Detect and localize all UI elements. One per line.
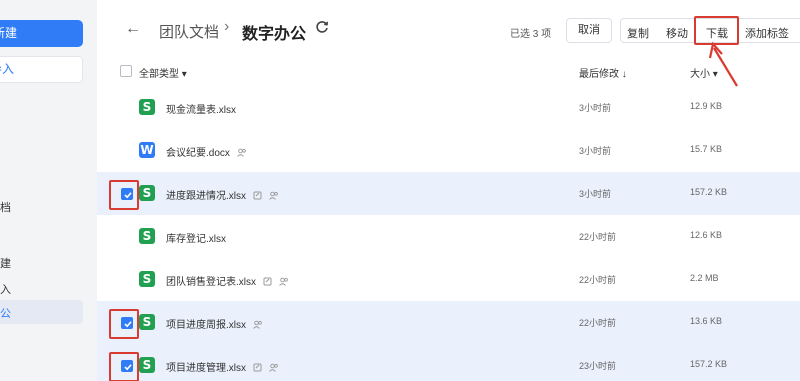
file-modified-time: 22小时前 bbox=[579, 275, 617, 285]
checkbox-highlight-box bbox=[109, 309, 139, 339]
sidebar-item-created[interactable]: 建 bbox=[0, 255, 11, 271]
file-size: 157.2 KB bbox=[690, 359, 728, 369]
page-title: 数字办公 bbox=[242, 26, 307, 43]
checkbox-highlight-box bbox=[109, 352, 139, 381]
back-arrow-icon[interactable]: ← bbox=[125, 20, 141, 38]
add-tag-button[interactable]: 添加标签 bbox=[745, 25, 789, 41]
sidebar-item-joined[interactable]: 入 bbox=[0, 281, 11, 297]
breadcrumb-separator: › bbox=[224, 18, 230, 35]
shared-users-icon bbox=[237, 148, 246, 157]
file-row[interactable]: S 项目进度周报.xlsx 22小时前 13.6 KB bbox=[97, 301, 800, 344]
file-name[interactable]: 库存登记.xlsx bbox=[166, 230, 226, 245]
shared-users-icon bbox=[253, 320, 262, 329]
file-row[interactable]: S 项目进度管理.xlsx 23小时前 157.2 KB bbox=[97, 344, 800, 381]
file-name[interactable]: 团队销售登记表.xlsx bbox=[166, 273, 289, 288]
refresh-icon[interactable] bbox=[314, 19, 330, 35]
spreadsheet-file-icon: S bbox=[139, 314, 155, 330]
file-modified-time: 3小时前 bbox=[579, 146, 612, 156]
sidebar-item-active[interactable]: 公 bbox=[0, 300, 83, 324]
spreadsheet-file-icon: S bbox=[139, 357, 155, 373]
file-row[interactable]: S 库存登记.xlsx 22小时前 12.6 KB bbox=[97, 215, 800, 258]
spreadsheet-file-icon: S bbox=[139, 271, 155, 287]
file-row[interactable]: W 会议纪要.docx 3小时前 15.7 KB bbox=[97, 129, 800, 172]
spreadsheet-file-icon: S bbox=[139, 185, 155, 201]
file-name[interactable]: 项目进度管理.xlsx bbox=[166, 359, 279, 374]
sidebar: 新建 导入 档 建 入 公 bbox=[0, 0, 97, 381]
file-size: 157.2 KB bbox=[690, 187, 728, 197]
edit-icon bbox=[253, 191, 262, 200]
file-name[interactable]: 会议纪要.docx bbox=[166, 144, 247, 159]
import-button[interactable]: 导入 bbox=[0, 56, 83, 83]
spreadsheet-file-icon: S bbox=[139, 228, 155, 244]
file-size: 15.7 KB bbox=[690, 144, 723, 154]
file-row[interactable]: S 进度跟进情况.xlsx 3小时前 157.2 KB bbox=[97, 172, 800, 215]
select-all-checkbox[interactable] bbox=[120, 65, 132, 77]
size-sort-header[interactable]: 大小 ▾ bbox=[690, 65, 718, 80]
word-file-icon: W bbox=[139, 142, 155, 158]
shared-users-icon bbox=[279, 277, 288, 286]
selected-count: 已选 3 项 bbox=[510, 29, 552, 40]
sidebar-item-docs[interactable]: 档 bbox=[0, 199, 11, 215]
sidebar-item-office: 公 bbox=[0, 308, 11, 320]
file-modified-time: 23小时前 bbox=[579, 361, 617, 371]
modified-sort-header[interactable]: 最后修改 ↓ bbox=[579, 65, 627, 80]
new-button[interactable]: 新建 bbox=[0, 20, 83, 47]
file-size: 12.9 KB bbox=[690, 101, 723, 111]
file-modified-time: 22小时前 bbox=[579, 232, 617, 242]
cancel-button[interactable]: 取消 bbox=[566, 18, 612, 43]
checkbox-highlight-box bbox=[109, 180, 139, 210]
file-size: 12.6 KB bbox=[690, 230, 723, 240]
edit-icon bbox=[253, 363, 262, 372]
breadcrumb-parent[interactable]: 团队文档 bbox=[159, 21, 219, 42]
file-modified-time: 22小时前 bbox=[579, 318, 617, 328]
file-name[interactable]: 项目进度周报.xlsx bbox=[166, 316, 263, 331]
type-filter-header[interactable]: 全部类型 ▾ bbox=[139, 65, 187, 80]
move-button[interactable]: 移动 bbox=[666, 25, 688, 41]
file-size: 2.2 MB bbox=[690, 273, 719, 283]
shared-users-icon bbox=[269, 363, 278, 372]
file-modified-time: 3小时前 bbox=[579, 103, 612, 113]
annotation-arrow-icon bbox=[708, 41, 738, 87]
copy-button[interactable]: 复制 bbox=[627, 25, 649, 41]
file-modified-time: 3小时前 bbox=[579, 189, 612, 199]
edit-icon bbox=[263, 277, 272, 286]
spreadsheet-file-icon: S bbox=[139, 99, 155, 115]
shared-users-icon bbox=[269, 191, 278, 200]
file-size: 13.6 KB bbox=[690, 316, 723, 326]
file-name[interactable]: 进度跟进情况.xlsx bbox=[166, 187, 279, 202]
file-row[interactable]: S 团队销售登记表.xlsx 22小时前 2.2 MB bbox=[97, 258, 800, 301]
file-name[interactable]: 现金流量表.xlsx bbox=[166, 101, 236, 116]
file-row[interactable]: S 现金流量表.xlsx 3小时前 12.9 KB bbox=[97, 86, 800, 129]
